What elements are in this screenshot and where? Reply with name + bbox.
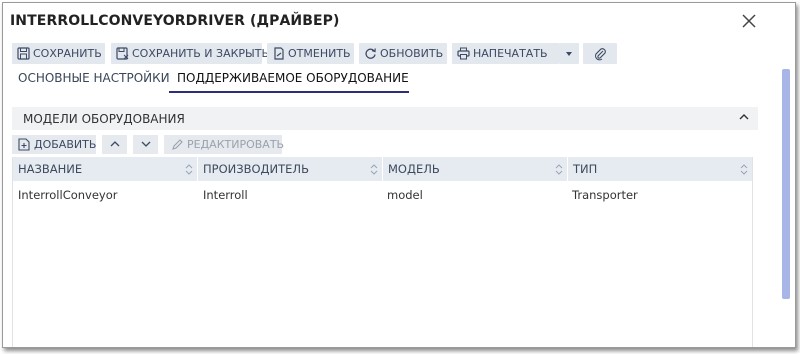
save-button[interactable]: СОХРАНИТЬ [12, 43, 105, 64]
add-button[interactable]: ДОБАВИТЬ [12, 135, 96, 154]
refresh-label: ОБНОВИТЬ [380, 47, 444, 60]
cancel-label: ОТМЕНИТЬ [288, 47, 351, 60]
active-tab-indicator [169, 91, 409, 93]
save-label: СОХРАНИТЬ [33, 47, 102, 60]
column-header-manufacturer[interactable]: ПРОИЗВОДИТЕЛЬ [198, 157, 382, 181]
caret-down-icon [566, 52, 572, 56]
add-label: ДОБАВИТЬ [34, 138, 97, 151]
chevron-up-icon [110, 141, 120, 147]
close-icon [742, 14, 756, 28]
sort-icon [185, 164, 193, 175]
save-and-close-button[interactable]: СОХРАНИТЬ И ЗАКРЫТЬ [111, 43, 269, 64]
cell-type: Transporter [572, 188, 638, 202]
close-button[interactable] [736, 9, 762, 35]
column-header-label: ТИП [573, 162, 598, 176]
paperclip-icon [595, 48, 606, 61]
move-up-button[interactable] [102, 135, 127, 154]
printer-icon [457, 47, 470, 60]
table-header: НАЗВАНИЕ ПРОИЗВОДИТЕЛЬ МОДЕЛЬ ТИП [13, 157, 752, 181]
pencil-icon [172, 139, 183, 150]
refresh-icon [365, 48, 376, 59]
tab-main-settings[interactable]: ОСНОВНЫЕ НАСТРОЙКИ [18, 71, 170, 85]
cancel-button[interactable]: ОТМЕНИТЬ [267, 43, 354, 64]
refresh-button[interactable]: ОБНОВИТЬ [359, 43, 447, 64]
column-header-label: МОДЕЛЬ [388, 162, 440, 176]
undo-document-icon [274, 47, 284, 60]
sort-icon [370, 164, 378, 175]
print-dropdown-button[interactable] [559, 43, 579, 64]
move-down-button[interactable] [133, 135, 158, 154]
print-label: НАПЕЧАТАТЬ [473, 47, 548, 60]
add-document-icon [18, 138, 30, 151]
chevron-up-icon [739, 114, 749, 120]
cell-manufacturer: Interroll [203, 188, 248, 202]
vertical-scrollbar[interactable] [782, 69, 790, 299]
tab-supported-equipment[interactable]: ПОДДЕРЖИВАЕМОЕ ОБОРУДОВАНИЕ [177, 71, 409, 85]
edit-button[interactable]: РЕДАКТИРОВАТЬ [164, 135, 285, 154]
edit-label: РЕДАКТИРОВАТЬ [187, 138, 285, 151]
equipment-models-table: НАЗВАНИЕ ПРОИЗВОДИТЕЛЬ МОДЕЛЬ ТИП Interr… [12, 157, 753, 347]
section-header[interactable]: МОДЕЛИ ОБОРУДОВАНИЯ [12, 107, 758, 130]
column-header-type[interactable]: ТИП [568, 157, 752, 181]
sort-icon [555, 164, 563, 175]
floppy-close-icon [116, 47, 129, 60]
column-header-name[interactable]: НАЗВАНИЕ [13, 157, 197, 181]
attachment-button[interactable] [583, 43, 617, 64]
column-header-label: НАЗВАНИЕ [18, 162, 83, 176]
column-header-label: ПРОИЗВОДИТЕЛЬ [203, 162, 309, 176]
cell-name: InterrollConveyor [18, 188, 118, 202]
section-title: МОДЕЛИ ОБОРУДОВАНИЯ [23, 112, 185, 126]
cell-model: model [387, 188, 423, 202]
sort-icon [740, 164, 748, 175]
column-header-model[interactable]: МОДЕЛЬ [383, 157, 567, 181]
chevron-down-icon [141, 141, 151, 147]
floppy-icon [17, 47, 30, 60]
dialog-window: INTERROLLCONVEYORDRIVER (ДРАЙВЕР) СОХРАН… [2, 2, 796, 348]
window-title: INTERROLLCONVEYORDRIVER (ДРАЙВЕР) [10, 13, 340, 29]
print-button[interactable]: НАПЕЧАТАТЬ [452, 43, 559, 64]
save-and-close-label: СОХРАНИТЬ И ЗАКРЫТЬ [132, 47, 270, 60]
